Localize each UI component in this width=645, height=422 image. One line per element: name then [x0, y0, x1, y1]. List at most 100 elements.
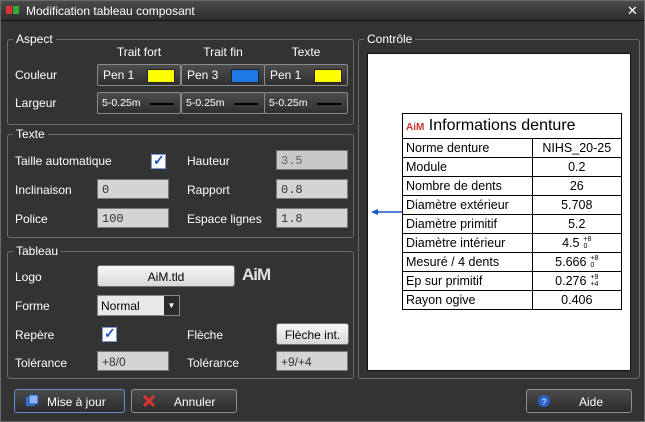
tolerance2-field[interactable]: +9/+4: [276, 351, 348, 371]
info-label: Norme denture: [402, 138, 533, 158]
info-value-cell: 0.2: [531, 157, 623, 177]
update-button[interactable]: Mise à jour: [14, 389, 125, 413]
info-label: Nombre de dents: [402, 176, 533, 196]
forme-label: Forme: [15, 299, 50, 313]
info-value: 4.5: [562, 235, 580, 250]
fleche-label: Flèche: [187, 328, 224, 342]
hauteur-field[interactable]: 3.5: [276, 150, 348, 170]
tolerance1-field[interactable]: +8/0: [97, 351, 169, 371]
info-row: Nombre de dents 26: [402, 176, 623, 196]
close-button[interactable]: ✕: [625, 3, 640, 18]
info-row: Module 0.2: [402, 157, 623, 177]
pen-label: Pen 1: [270, 68, 302, 82]
arrow-marker: [371, 209, 403, 215]
table-title: Informations denture: [428, 117, 576, 134]
header-trait-fin: Trait fin: [203, 45, 243, 59]
police-field[interactable]: 100: [97, 208, 169, 228]
repere-checkbox[interactable]: ✓: [102, 325, 117, 342]
header-texte: Texte: [291, 45, 321, 59]
info-rows: Norme denture NIHS_20-25 Module 0.2 Nombre d…: [402, 138, 623, 310]
pen-label: Pen 3: [187, 68, 219, 82]
espace-label: Espace lignes: [187, 212, 262, 226]
info-value: 26: [569, 179, 584, 193]
width-label: 5-0.25m: [269, 97, 308, 109]
espace-field[interactable]: 1.8: [276, 208, 348, 228]
pen-label: Pen 1: [103, 68, 135, 82]
hauteur-label: Hauteur: [187, 154, 230, 168]
taille-auto-checkbox[interactable]: ✓: [151, 152, 166, 169]
cancel-button[interactable]: Annuler: [131, 389, 237, 413]
aim-logo: AiM: [242, 265, 271, 285]
cancel-label: Annuler: [174, 395, 216, 409]
taille-auto-label: Taille automatique: [15, 154, 112, 168]
info-row: Norme denture NIHS_20-25: [402, 138, 623, 158]
pen-trait-fin-button[interactable]: Pen 3: [181, 64, 265, 86]
width-texte-button[interactable]: 5-0.25m: [264, 92, 348, 114]
info-tolerance: +9 +4: [590, 274, 599, 289]
header-trait-fort: Trait fort: [116, 45, 162, 59]
pen-trait-fort-button[interactable]: Pen 1: [97, 64, 181, 86]
info-row: Ep sur primitif 0.276 +9 +4: [402, 271, 623, 291]
info-table: AiM Informations denture Norme denture NI…: [402, 113, 623, 310]
help-button[interactable]: ? Aide: [526, 389, 632, 413]
width-trait-fin-button[interactable]: 5-0.25m: [181, 92, 265, 114]
logo-label: Logo: [15, 270, 42, 284]
info-tolerance: +8 0: [583, 236, 592, 251]
inclinaison-label: Inclinaison: [15, 183, 72, 197]
chevron-down-icon: ▼: [164, 296, 179, 315]
largeur-label: Largeur: [15, 96, 57, 110]
info-value-cell: 0.406: [531, 290, 623, 310]
info-value-cell: 5.666 +8 0: [531, 252, 623, 272]
info-label: Diamètre intérieur: [402, 233, 533, 253]
line-sample: [234, 103, 258, 105]
width-trait-fort-button[interactable]: 5-0.25m: [97, 92, 181, 114]
info-label: Mesuré / 4 dents: [402, 252, 533, 272]
forme-select[interactable]: Normal ▼: [97, 295, 180, 316]
info-tolerance: +8 0: [590, 255, 599, 270]
info-value-cell: NIHS_20-25: [531, 138, 623, 158]
info-value: NIHS_20-25: [542, 141, 612, 155]
width-label: 5-0.25m: [102, 97, 141, 109]
aim-logo-text: AiM: [242, 265, 271, 284]
controle-group-label: Contrôle: [364, 32, 416, 46]
rapport-field[interactable]: 0.8: [276, 179, 348, 199]
police-label: Police: [15, 212, 48, 226]
update-label: Mise à jour: [47, 395, 106, 409]
svg-text:?: ?: [541, 397, 546, 407]
color-swatch: [147, 69, 175, 83]
info-value: 5.708: [561, 198, 593, 212]
tolerance1-label: Tolérance: [15, 356, 68, 370]
fleche-button[interactable]: Flèche int.: [276, 323, 349, 345]
check-icon: ✓: [104, 325, 116, 341]
info-value-cell: 5.708: [531, 195, 623, 215]
info-value: 0.2: [568, 160, 586, 174]
couleur-label: Couleur: [15, 68, 58, 82]
info-value: 5.2: [568, 217, 586, 231]
table-logo: AiM: [406, 122, 425, 133]
info-value: 0.276: [555, 273, 587, 288]
check-icon: ✓: [153, 152, 165, 168]
info-value-cell: 4.5 +8 0: [531, 233, 623, 253]
info-row: Mesuré / 4 dents 5.666 +8 0: [402, 252, 623, 272]
aspect-group-label: Aspect: [13, 32, 56, 46]
logo-button[interactable]: AiM.tld: [97, 265, 235, 287]
title-bar[interactable]: Modification tableau composant ✕: [1, 1, 644, 21]
pen-texte-button[interactable]: Pen 1: [264, 64, 348, 86]
info-row: Diamètre intérieur 4.5 +8 0: [402, 233, 623, 253]
tableau-group-label: Tableau: [13, 244, 62, 258]
info-value-cell: 5.2: [531, 214, 623, 234]
info-label: Module: [402, 157, 533, 177]
info-value-cell: 0.276 +9 +4: [531, 271, 623, 291]
info-label: Ep sur primitif: [402, 271, 533, 291]
repere-label: Repère: [15, 328, 55, 342]
window-title: Modification tableau composant: [26, 4, 195, 18]
inclinaison-field[interactable]: 0: [97, 179, 169, 199]
rapport-label: Rapport: [187, 183, 230, 197]
info-label: Rayon ogive: [402, 290, 533, 310]
info-value: 0.406: [561, 293, 593, 307]
app-icon: [6, 6, 19, 14]
info-row: Diamètre extérieur 5.708: [402, 195, 623, 215]
info-title-row: AiM Informations denture: [402, 113, 622, 139]
info-label: Diamètre primitif: [402, 214, 533, 234]
tolerance2-label: Tolérance: [187, 356, 240, 370]
